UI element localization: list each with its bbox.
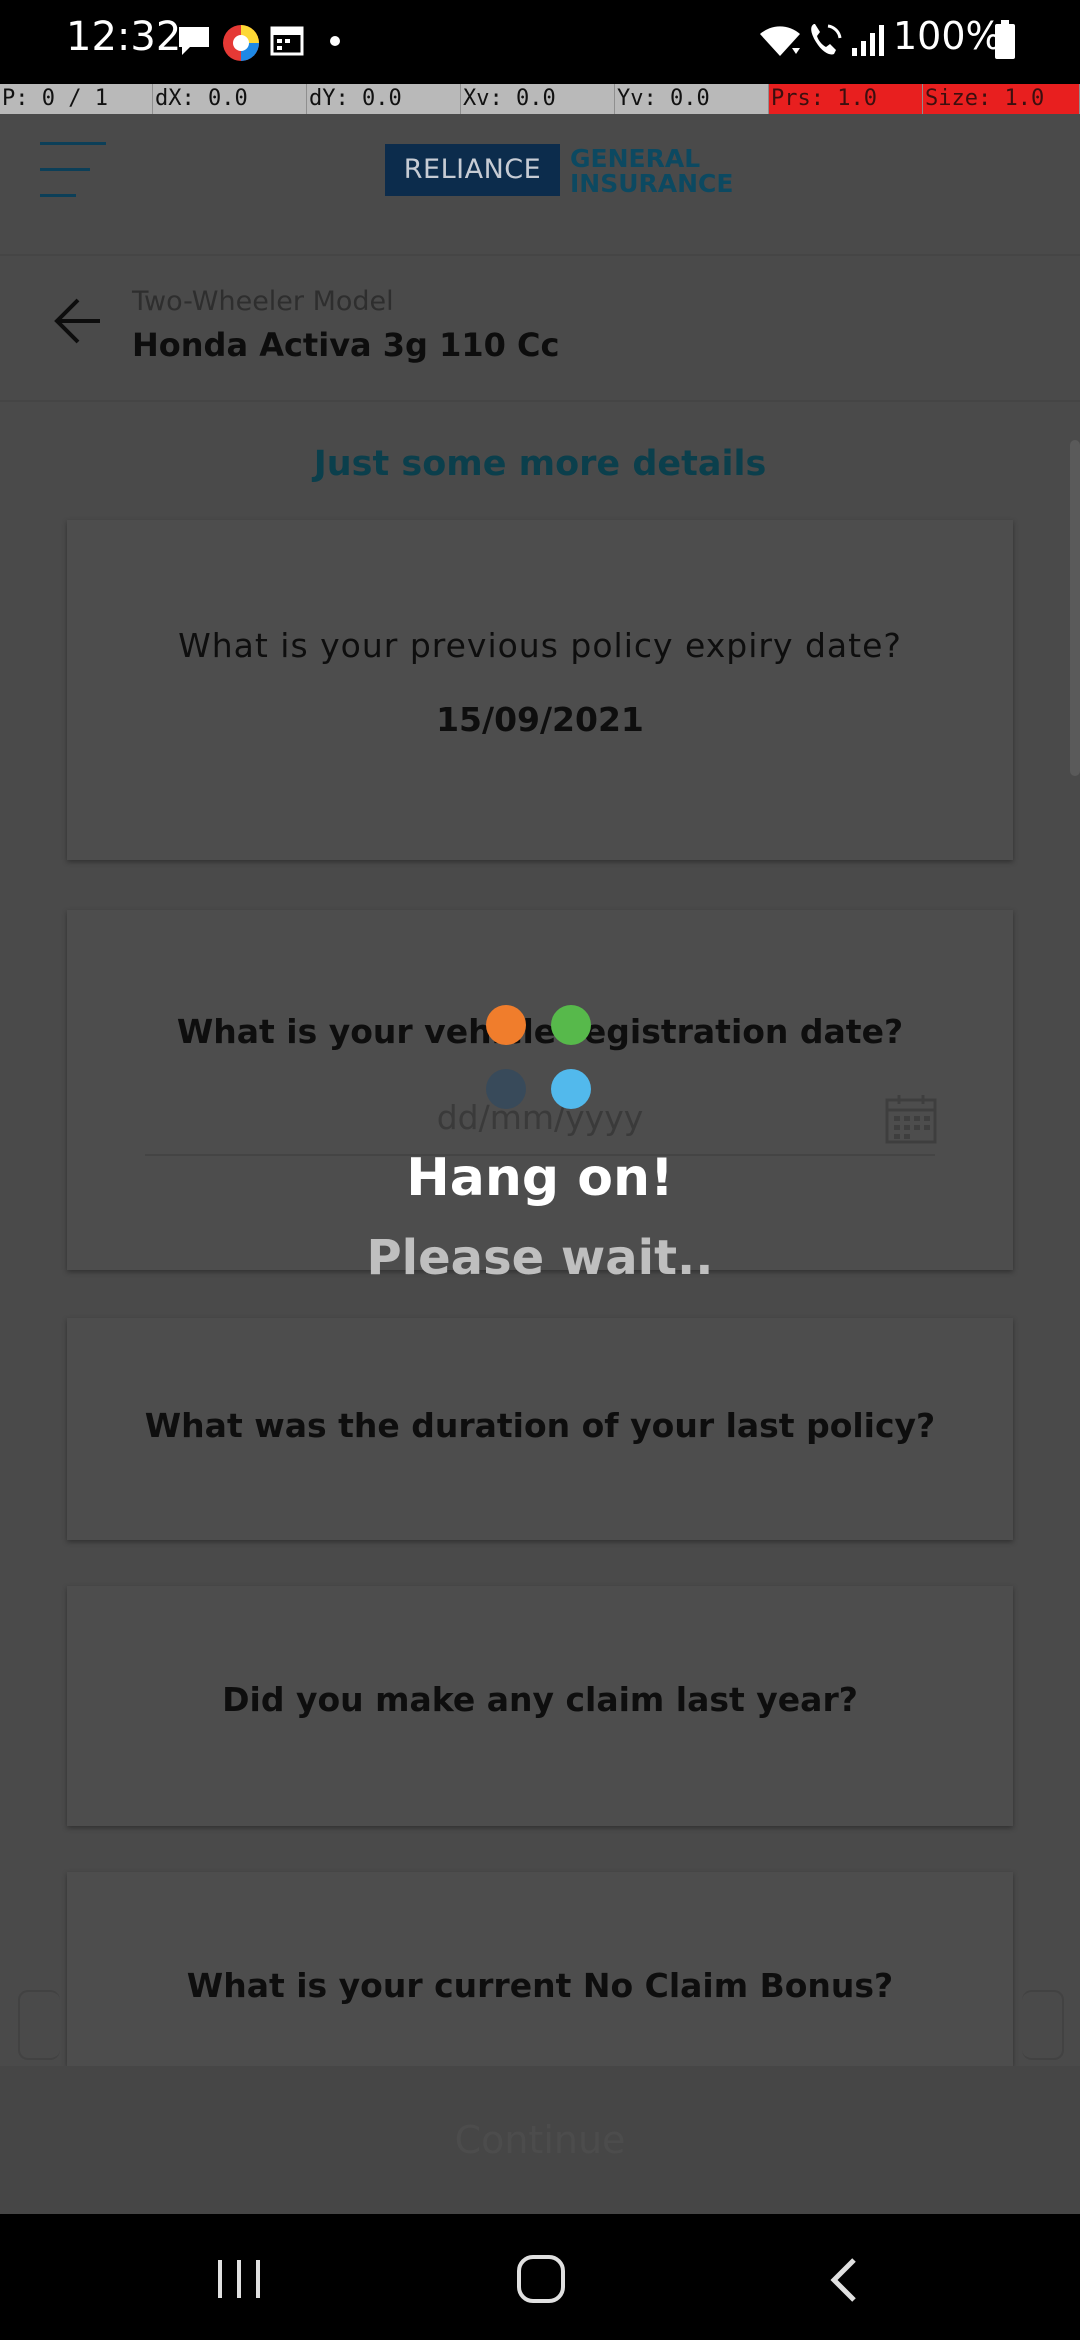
status-time: 12:32 xyxy=(66,14,182,60)
claim-last-year-card[interactable]: Did you make any claim last year? xyxy=(67,1586,1013,1826)
expiry-date-value[interactable]: 15/09/2021 xyxy=(67,700,1013,739)
model-name: Honda Activa 3g 110 Cc xyxy=(132,326,560,364)
battery-percentage: 100% xyxy=(893,14,1002,58)
status-bar: 12:32 100% xyxy=(0,0,1080,84)
logo-line-general: GENERAL xyxy=(570,144,701,173)
app-icon xyxy=(222,24,260,66)
loader-title: Hang on! xyxy=(406,1148,674,1208)
pointer-size: Size: 1.0 xyxy=(923,84,1080,114)
side-tab-left xyxy=(18,1990,60,2060)
logo-mark: RELIANCE xyxy=(385,144,560,196)
pointer-location-bar: P: 0 / 1 dX: 0.0 dY: 0.0 Xv: 0.0 Yv: 0.0… xyxy=(0,84,1080,114)
scrollbar[interactable] xyxy=(1070,440,1080,776)
loader-dot-navy xyxy=(486,1069,526,1109)
wifi-call-icon xyxy=(806,20,846,64)
recent-apps-icon[interactable] xyxy=(214,2258,264,2300)
section-title: Just some more details xyxy=(313,444,767,484)
model-header: Two-Wheeler Model Honda Activa 3g 110 Cc xyxy=(0,256,1080,402)
model-caption: Two-Wheeler Model xyxy=(132,286,394,317)
pointer-dx: dX: 0.0 xyxy=(153,84,307,114)
logo-wordmark: GENERAL INSURANCE xyxy=(570,146,740,196)
battery-icon xyxy=(994,20,1016,64)
pointer-pressure: Prs: 1.0 xyxy=(769,84,923,114)
navigation-bar xyxy=(0,2214,1080,2340)
last-policy-duration-question: What was the duration of your last polic… xyxy=(144,1406,936,1445)
continue-button[interactable]: Continue xyxy=(0,2066,1080,2214)
pointer-xv: Xv: 0.0 xyxy=(461,84,615,114)
home-icon[interactable] xyxy=(516,2254,566,2304)
message-icon xyxy=(176,24,212,62)
loader-dot-orange xyxy=(486,1005,526,1045)
no-claim-bonus-question: What is your current No Claim Bonus? xyxy=(186,1966,894,2005)
loader-subtitle: Please wait.. xyxy=(366,1230,714,1286)
back-arrow-icon[interactable] xyxy=(52,296,104,346)
loader-dot-blue xyxy=(551,1069,591,1109)
pointer-count: P: 0 / 1 xyxy=(0,84,153,114)
signal-icon xyxy=(850,22,886,62)
no-claim-bonus-card[interactable]: What is your current No Claim Bonus? xyxy=(67,1872,1013,2066)
calendar-icon xyxy=(270,24,304,62)
menu-icon[interactable] xyxy=(38,140,110,200)
loader-dot-green xyxy=(551,1005,591,1045)
claim-last-year-question: Did you make any claim last year? xyxy=(222,1680,858,1719)
dot-icon xyxy=(330,36,340,46)
loading-overlay: Hang on! Please wait.. xyxy=(0,990,1080,1310)
pointer-dy: dY: 0.0 xyxy=(307,84,461,114)
reliance-logo: RELIANCE GENERAL INSURANCE xyxy=(385,144,739,198)
back-icon[interactable] xyxy=(826,2256,862,2304)
expiry-date-question: What is your previous policy expiry date… xyxy=(178,626,902,665)
app-header: RELIANCE GENERAL INSURANCE xyxy=(0,114,1080,256)
last-policy-duration-card[interactable]: What was the duration of your last polic… xyxy=(67,1318,1013,1540)
expiry-date-card[interactable]: What is your previous policy expiry date… xyxy=(67,520,1013,860)
logo-line-insurance: INSURANCE xyxy=(570,169,734,198)
side-tab-right xyxy=(1022,1990,1064,2060)
wifi-icon xyxy=(758,22,802,62)
continue-bar: Continue xyxy=(0,2066,1080,2214)
pointer-yv: Yv: 0.0 xyxy=(615,84,769,114)
